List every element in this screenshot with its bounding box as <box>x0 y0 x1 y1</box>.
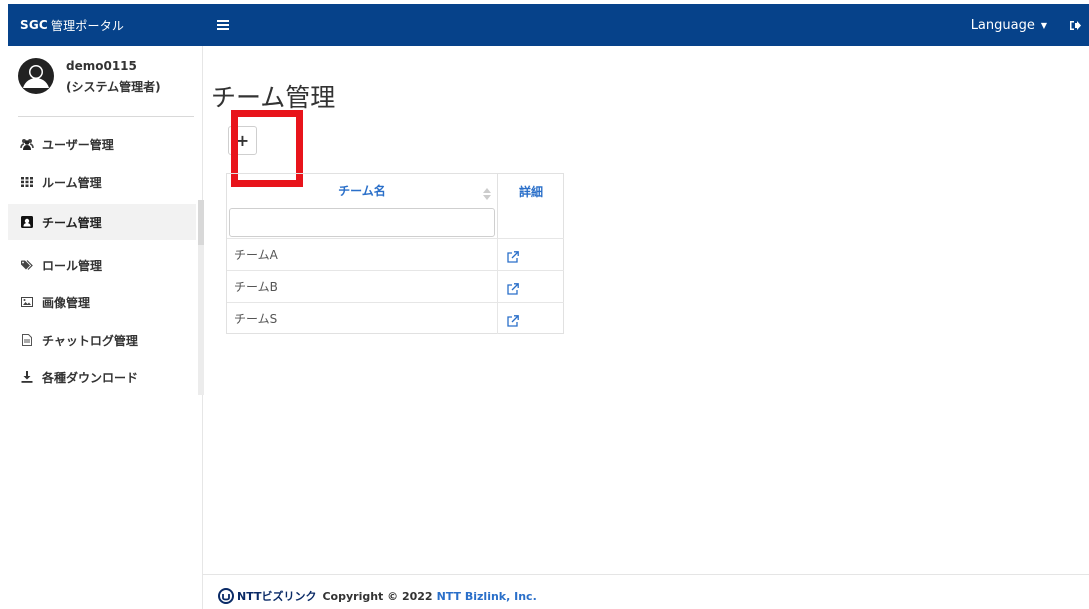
team-name-cell: チームA <box>234 248 278 262</box>
users-icon <box>20 137 34 151</box>
column-header-label: 詳細 <box>518 184 543 199</box>
sidebar-item-label: チャットログ管理 <box>42 333 138 348</box>
top-navbar: SGC 管理ポータル Language ▼ <box>8 4 1089 46</box>
teams-table: チーム名 詳細 チームA チームB チームS <box>226 173 564 334</box>
sidebar-item-roles[interactable]: ロール管理 <box>8 247 196 283</box>
external-link-icon[interactable] <box>507 280 519 295</box>
team-name-cell: チームS <box>234 312 278 326</box>
sidebar-item-label: ユーザー管理 <box>42 137 114 152</box>
sidebar-item-label: ルーム管理 <box>42 175 102 190</box>
app-brand[interactable]: SGC 管理ポータル <box>20 4 124 46</box>
column-header-detail: 詳細 <box>497 174 564 238</box>
sidebar-item-label: 画像管理 <box>42 295 91 310</box>
hamburger-menu-icon[interactable] <box>212 4 234 46</box>
avatar-icon <box>18 58 54 94</box>
sidebar-item-images[interactable]: 画像管理 <box>8 284 196 320</box>
sidebar-divider <box>18 116 194 117</box>
sidebar-item-users[interactable]: ユーザー管理 <box>8 126 196 162</box>
copyright-text: Copyright © 2022 <box>322 589 433 603</box>
grid-icon <box>20 175 34 189</box>
table-row: チームB <box>227 270 564 302</box>
user-name: demo0115 <box>66 59 137 73</box>
language-dropdown[interactable]: Language ▼ <box>971 4 1047 46</box>
sidebar-item-rooms[interactable]: ルーム管理 <box>8 164 196 200</box>
footer: NTTビズリンク Copyright © 2022 NTT Bizlink, I… <box>218 586 537 606</box>
team-name-filter-input[interactable] <box>229 208 495 237</box>
detail-cell <box>497 303 564 334</box>
column-header-team-name[interactable]: チーム名 <box>227 174 497 207</box>
sidebar-scrollbar-track <box>198 245 204 395</box>
sidebar-item-downloads[interactable]: 各種ダウンロード <box>8 359 196 395</box>
sidebar-item-label: チーム管理 <box>42 215 102 230</box>
brand-name: SGC <box>20 18 48 32</box>
page-title: チーム管理 <box>211 83 336 112</box>
image-icon <box>20 295 34 309</box>
top-tab-strip <box>450 0 530 4</box>
download-icon <box>20 370 34 384</box>
external-link-icon[interactable] <box>507 312 519 327</box>
table-row: チームA <box>227 238 564 270</box>
user-role: (システム管理者) <box>66 80 161 94</box>
footer-divider <box>203 574 1089 575</box>
team-name-cell: チームB <box>234 280 278 294</box>
external-link-icon[interactable] <box>507 248 519 263</box>
company-link[interactable]: NTT Bizlink, Inc. <box>437 590 537 603</box>
sort-icon[interactable] <box>483 185 491 200</box>
file-icon <box>20 333 34 347</box>
sidebar-item-label: ロール管理 <box>42 258 103 273</box>
brand-subtitle: 管理ポータル <box>50 18 125 33</box>
detail-cell <box>497 271 564 302</box>
logout-icon[interactable] <box>1065 4 1085 46</box>
detail-cell <box>497 239 564 270</box>
sidebar-scrollbar-thumb[interactable] <box>198 200 204 245</box>
ntt-logo: NTTビズリンク <box>218 588 316 604</box>
sidebar: demo0115 (システム管理者) ユーザー管理 ルーム管理 チーム管理 ロー… <box>8 46 204 609</box>
sidebar-item-teams[interactable]: チーム管理 <box>8 204 196 240</box>
column-header-label: チーム名 <box>338 184 386 198</box>
logo-text: NTTビズリンク <box>237 590 317 603</box>
tag-icon <box>20 258 34 272</box>
caret-down-icon: ▼ <box>1040 20 1047 30</box>
sidebar-item-chatlog[interactable]: チャットログ管理 <box>8 322 196 358</box>
language-label: Language <box>970 17 1035 33</box>
table-row: チームS <box>227 302 564 334</box>
user-profile: demo0115 (システム管理者) <box>8 46 203 116</box>
top-tab-strip-2 <box>572 0 654 4</box>
sidebar-item-label: 各種ダウンロード <box>42 370 139 385</box>
team-icon <box>20 215 34 229</box>
